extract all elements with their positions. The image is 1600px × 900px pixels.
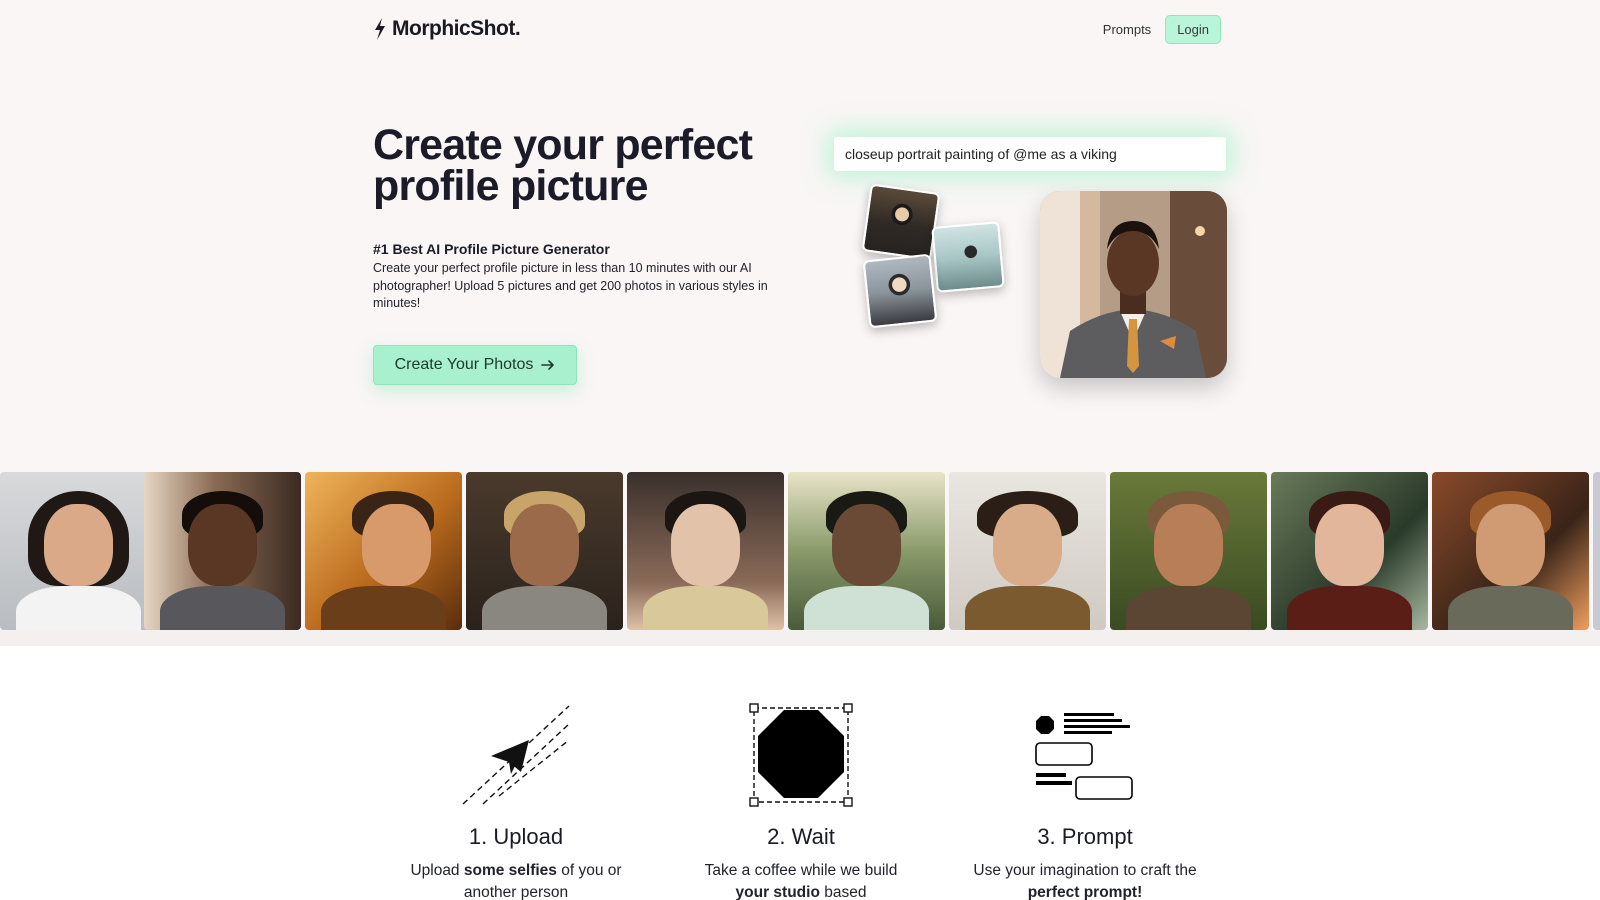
top-nav: Prompts Login	[1103, 14, 1221, 44]
gallery-portrait	[466, 472, 623, 630]
step-description: Use your imagination to craft the perfec…	[973, 862, 1197, 900]
gallery-portrait	[1110, 472, 1267, 630]
gallery-portrait	[627, 472, 784, 630]
arrow-right-icon	[541, 360, 555, 370]
prompt-example-box: closeup portrait painting of @me as a vi…	[834, 137, 1226, 171]
gallery-portrait	[788, 472, 945, 630]
octagon-selection-icon	[749, 703, 853, 807]
step-wait: 2. Wait Take a coffee while we build you…	[686, 700, 916, 900]
portrait-gallery	[0, 472, 1600, 630]
gallery-portrait	[1271, 472, 1428, 630]
gallery-portrait	[1593, 472, 1600, 630]
gallery-portrait	[949, 472, 1106, 630]
step-title: 2. Wait	[767, 824, 835, 849]
section-divider	[0, 630, 1600, 646]
prompt-layout-icon	[1035, 713, 1133, 800]
step-title: 3. Prompt	[1037, 824, 1133, 849]
login-button[interactable]: Login	[1165, 14, 1221, 44]
logo-text: MorphicShot.	[392, 17, 521, 40]
gallery-portrait	[144, 472, 301, 630]
hero-description: Create your perfect profile picture in l…	[373, 261, 768, 310]
selfie-thumbnail	[862, 253, 938, 329]
step-prompt: 3. Prompt Use your imagination to craft …	[970, 700, 1200, 900]
step-upload: 1. Upload Upload some selfies of you or …	[401, 700, 631, 900]
step-title: 1. Upload	[468, 824, 564, 849]
create-photos-label: Create Your Photos	[394, 356, 534, 373]
lightning-bolt-icon	[375, 18, 385, 40]
gallery-portrait	[1432, 472, 1589, 630]
step-description: Take a coffee while we build your studio…	[704, 862, 898, 900]
generated-portrait	[1040, 191, 1227, 378]
paper-plane-icon	[462, 705, 570, 805]
selfie-thumbnail	[931, 221, 1005, 293]
step-description: Upload some selfies of you or another pe…	[410, 862, 622, 900]
gallery-portrait	[305, 472, 462, 630]
portrait-illustration	[1040, 191, 1227, 378]
header: MorphicShot. Prompts Login	[373, 14, 1221, 44]
logo[interactable]: MorphicShot.	[373, 14, 521, 44]
create-photos-button[interactable]: Create Your Photos	[373, 345, 577, 385]
hero-subtitle: #1 Best AI Profile Picture Generator	[373, 241, 610, 257]
gallery-portrait	[0, 472, 157, 630]
hero-title: Create your perfect profile picture	[373, 121, 753, 210]
nav-prompts-link[interactable]: Prompts	[1103, 22, 1151, 37]
selfie-thumbnail	[861, 183, 941, 261]
